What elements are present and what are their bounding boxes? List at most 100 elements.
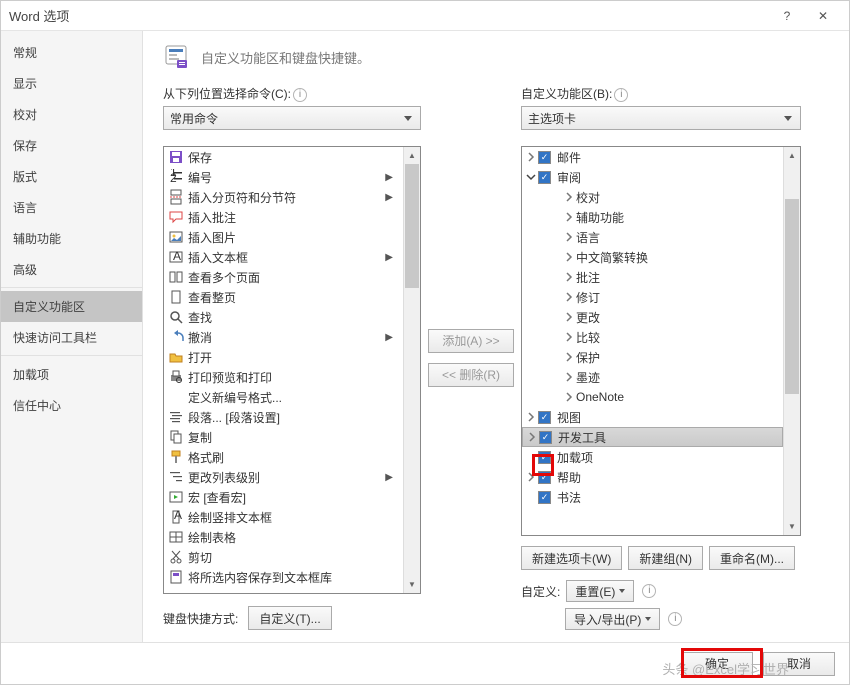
commands-listbox[interactable]: 保存12编号▶插入分页符和分节符▶插入批注插入图片A插入文本框▶查看多个页面查看… (163, 146, 421, 594)
command-item[interactable]: 打印预览和打印 (164, 367, 403, 387)
tree-group[interactable]: OneNote (522, 387, 783, 407)
expand-icon[interactable] (525, 430, 539, 444)
info-icon[interactable]: i (614, 88, 628, 102)
sidebar-item[interactable]: 加载项 (1, 359, 142, 390)
command-item[interactable]: 段落... [段落设置] (164, 407, 403, 427)
close-button[interactable]: ✕ (805, 2, 841, 30)
reset-dropdown[interactable]: 重置(E) (566, 580, 634, 602)
command-item[interactable]: A插入文本框▶ (164, 247, 403, 267)
commands-scrollbar[interactable]: ▲ ▼ (403, 147, 420, 593)
add-button[interactable]: 添加(A) >> (428, 329, 514, 353)
command-item[interactable]: 更改列表级别▶ (164, 467, 403, 487)
sidebar-item[interactable]: 信任中心 (1, 390, 142, 421)
tree-group[interactable]: 比较 (522, 327, 783, 347)
tree-tab[interactable]: ✓加载项 (522, 447, 783, 467)
command-item[interactable]: 打开 (164, 347, 403, 367)
ribbon-tree[interactable]: ✓邮件✓审阅校对辅助功能语言中文简繁转换批注修订更改比较保护墨迹OneNote✓… (521, 146, 801, 536)
expand-icon[interactable] (562, 390, 576, 404)
tab-checkbox[interactable]: ✓ (538, 151, 551, 164)
tab-checkbox[interactable]: ✓ (538, 171, 551, 184)
tree-group[interactable]: 语言 (522, 227, 783, 247)
command-item[interactable]: 插入批注 (164, 207, 403, 227)
remove-button[interactable]: << 删除(R) (428, 363, 514, 387)
sidebar-item[interactable]: 版式 (1, 161, 142, 192)
rename-button[interactable]: 重命名(M)... (709, 546, 795, 570)
ok-button[interactable]: 确定 (681, 652, 753, 676)
cancel-button[interactable]: 取消 (763, 652, 835, 676)
tab-checkbox[interactable]: ✓ (538, 411, 551, 424)
expand-icon[interactable] (562, 250, 576, 264)
tree-tab[interactable]: ✓邮件 (522, 147, 783, 167)
command-item[interactable]: 保存 (164, 147, 403, 167)
scroll-down-button[interactable]: ▼ (404, 576, 420, 593)
tree-group[interactable]: 批注 (522, 267, 783, 287)
expand-icon[interactable] (524, 150, 538, 164)
sidebar-item[interactable]: 保存 (1, 130, 142, 161)
expand-icon[interactable] (562, 290, 576, 304)
command-item[interactable]: 复制 (164, 427, 403, 447)
sidebar-item[interactable]: 辅助功能 (1, 223, 142, 254)
info-icon[interactable]: i (293, 88, 307, 102)
command-item[interactable]: 查看整页 (164, 287, 403, 307)
scroll-up-button[interactable]: ▲ (784, 147, 800, 164)
command-item[interactable]: A绘制竖排文本框 (164, 507, 403, 527)
import-export-dropdown[interactable]: 导入/导出(P) (565, 608, 660, 630)
help-button[interactable]: ? (769, 2, 805, 30)
command-item[interactable]: 插入分页符和分节符▶ (164, 187, 403, 207)
ribbon-scope-dropdown[interactable]: 主选项卡 (521, 106, 801, 130)
info-icon[interactable]: i (642, 584, 656, 598)
tree-group[interactable]: 中文简繁转换 (522, 247, 783, 267)
expand-icon[interactable] (562, 350, 576, 364)
command-item[interactable]: 撤消▶ (164, 327, 403, 347)
tree-tab[interactable]: ✓开发工具 (522, 427, 783, 447)
tree-tab[interactable]: ✓帮助 (522, 467, 783, 487)
expand-icon[interactable] (562, 190, 576, 204)
command-item[interactable]: 绘制表格 (164, 527, 403, 547)
command-item[interactable]: 插入图片 (164, 227, 403, 247)
expand-icon[interactable] (524, 470, 538, 484)
tree-group[interactable]: 修订 (522, 287, 783, 307)
expand-icon[interactable] (562, 230, 576, 244)
tree-tab[interactable]: ✓视图 (522, 407, 783, 427)
info-icon[interactable]: i (668, 612, 682, 626)
tree-group[interactable]: 校对 (522, 187, 783, 207)
new-group-button[interactable]: 新建组(N) (628, 546, 703, 570)
tab-checkbox[interactable]: ✓ (538, 471, 551, 484)
collapse-icon[interactable] (524, 170, 538, 184)
command-item[interactable]: 将所选内容保存到文本框库 (164, 567, 403, 587)
scroll-down-button[interactable]: ▼ (784, 518, 800, 535)
sidebar-item[interactable]: 校对 (1, 99, 142, 130)
tab-checkbox[interactable]: ✓ (538, 451, 551, 464)
customize-keyboard-button[interactable]: 自定义(T)... (248, 606, 331, 630)
tab-checkbox[interactable]: ✓ (539, 431, 552, 444)
command-item[interactable]: 12编号▶ (164, 167, 403, 187)
tree-tab[interactable]: ✓书法 (522, 487, 783, 507)
command-item[interactable]: 剪切 (164, 547, 403, 567)
command-item[interactable]: 定义新编号格式... (164, 387, 403, 407)
tree-group[interactable]: 更改 (522, 307, 783, 327)
new-tab-button[interactable]: 新建选项卡(W) (521, 546, 622, 570)
sidebar-item[interactable]: 语言 (1, 192, 142, 223)
expand-icon[interactable] (524, 410, 538, 424)
sidebar-item[interactable]: 高级 (1, 254, 142, 288)
tree-group[interactable]: 辅助功能 (522, 207, 783, 227)
sidebar-item[interactable]: 自定义功能区 (1, 291, 142, 322)
command-item[interactable]: 查找 (164, 307, 403, 327)
scroll-up-button[interactable]: ▲ (404, 147, 420, 164)
expand-icon[interactable] (562, 370, 576, 384)
expand-icon[interactable] (524, 450, 538, 464)
tree-tab[interactable]: ✓审阅 (522, 167, 783, 187)
ribbon-scrollbar[interactable]: ▲ ▼ (783, 147, 800, 535)
expand-icon[interactable] (524, 490, 538, 504)
tab-checkbox[interactable]: ✓ (538, 491, 551, 504)
expand-icon[interactable] (562, 210, 576, 224)
tree-group[interactable]: 墨迹 (522, 367, 783, 387)
expand-icon[interactable] (562, 310, 576, 324)
tree-group[interactable]: 保护 (522, 347, 783, 367)
command-item[interactable]: 查看多个页面 (164, 267, 403, 287)
sidebar-item[interactable]: 显示 (1, 68, 142, 99)
expand-icon[interactable] (562, 330, 576, 344)
command-item[interactable]: 宏 [查看宏] (164, 487, 403, 507)
sidebar-item[interactable]: 常规 (1, 37, 142, 68)
commands-source-dropdown[interactable]: 常用命令 (163, 106, 421, 130)
